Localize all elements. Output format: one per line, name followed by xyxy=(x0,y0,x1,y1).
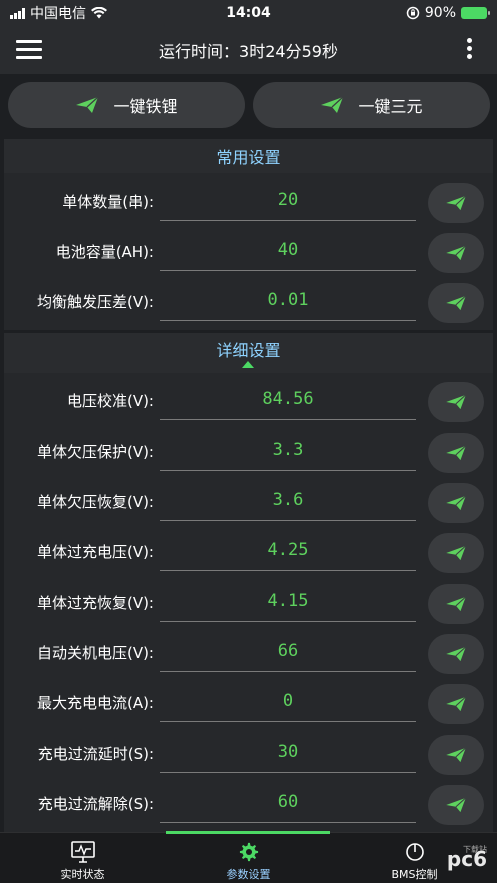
collapse-arrow-icon xyxy=(242,361,254,368)
setting-label: 充电过流解除(S): xyxy=(37,795,154,813)
setting-row-capacity: 电池容量(AH): 40 xyxy=(4,227,493,277)
setting-label: 单体欠压保护(V): xyxy=(36,443,154,461)
setting-label: 单体过充电压(V): xyxy=(36,543,154,561)
send-icon xyxy=(446,495,467,511)
setting-label: 均衡触发压差(V): xyxy=(36,293,154,311)
tab-parameter-settings[interactable]: 参数设置 xyxy=(166,833,331,883)
setting-row-cell-count: 单体数量(串): 20 xyxy=(4,177,493,227)
menu-icon[interactable] xyxy=(16,40,42,60)
setting-input[interactable]: 0.01 xyxy=(160,287,416,321)
gear-icon xyxy=(239,842,258,862)
setting-label: 最大充电电流(A): xyxy=(36,694,154,712)
setting-input[interactable]: 30 xyxy=(160,739,416,773)
send-icon xyxy=(446,245,467,261)
setting-input[interactable]: 66 xyxy=(160,638,416,672)
send-button[interactable] xyxy=(428,735,484,775)
status-right: 90% xyxy=(406,5,490,21)
send-icon xyxy=(446,646,467,662)
setting-input[interactable]: 4.15 xyxy=(160,588,416,622)
setting-label: 单体欠压恢复(V): xyxy=(36,493,154,511)
setting-label: 电压校准(V): xyxy=(66,392,154,410)
more-options-icon[interactable] xyxy=(465,38,473,64)
setting-input[interactable]: 4.25 xyxy=(160,537,416,571)
send-icon xyxy=(446,295,467,311)
setting-row-undervoltage-protect: 单体欠压保护(V): 3.3 xyxy=(4,427,493,477)
setting-input[interactable]: 84.56 xyxy=(160,386,416,420)
send-button[interactable] xyxy=(428,283,484,323)
tab-label: 实时状态 xyxy=(60,868,105,881)
setting-input[interactable]: 20 xyxy=(160,187,416,221)
send-button[interactable] xyxy=(428,483,484,523)
monitor-icon xyxy=(70,841,95,863)
setting-row-balance-diff: 均衡触发压差(V): 0.01 xyxy=(4,277,493,327)
send-button[interactable] xyxy=(428,433,484,473)
send-icon xyxy=(446,545,467,561)
orientation-lock-icon xyxy=(406,6,420,20)
detail-settings-header[interactable]: 详细设置 xyxy=(4,333,493,373)
send-icon xyxy=(321,96,344,113)
setting-label: 充电过流延时(S): xyxy=(37,745,154,763)
setting-input[interactable]: 40 xyxy=(160,237,416,271)
watermark-logo: pc6 xyxy=(446,847,487,871)
setting-label: 单体过充恢复(V): xyxy=(36,594,154,612)
send-icon xyxy=(76,96,99,113)
section-title: 详细设置 xyxy=(216,341,281,360)
send-button[interactable] xyxy=(428,684,484,724)
control-icon xyxy=(405,843,424,861)
quick-button-label: 一键铁锂 xyxy=(113,97,178,116)
one-key-lifepo4-button[interactable]: 一键铁锂 xyxy=(8,82,245,128)
send-icon xyxy=(446,696,467,712)
battery-icon xyxy=(461,7,490,19)
section-title: 常用设置 xyxy=(216,148,281,167)
send-button[interactable] xyxy=(428,233,484,273)
setting-row-overcurrent-release: 充电过流解除(S): 60 xyxy=(4,779,493,829)
quick-button-label: 一键三元 xyxy=(358,97,423,116)
setting-row-overcurrent-delay: 充电过流延时(S): 30 xyxy=(4,729,493,779)
send-button[interactable] xyxy=(428,183,484,223)
setting-input[interactable]: 0 xyxy=(160,688,416,722)
setting-input[interactable]: 3.3 xyxy=(160,437,416,471)
setting-input[interactable]: 3.6 xyxy=(160,487,416,521)
send-icon xyxy=(446,195,467,211)
status-bar: 中国电信 14:04 90% xyxy=(0,0,497,26)
send-icon xyxy=(446,747,467,763)
app-header: 运行时间：3时24分59秒 xyxy=(0,26,497,74)
setting-label: 单体数量(串): xyxy=(62,193,154,211)
setting-row-overcharge-recover: 单体过充恢复(V): 4.15 xyxy=(4,578,493,628)
battery-percent: 90% xyxy=(424,5,456,21)
setting-input[interactable]: 60 xyxy=(160,789,416,823)
quick-buttons: 一键铁锂 一键三元 xyxy=(8,82,490,128)
send-icon xyxy=(446,445,467,461)
setting-row-auto-shutdown: 自动关机电压(V): 66 xyxy=(4,628,493,678)
one-key-ternary-button[interactable]: 一键三元 xyxy=(253,82,490,128)
common-settings-header: 常用设置 xyxy=(4,139,493,173)
send-icon xyxy=(446,596,467,612)
bottom-tab-bar: 实时状态 参数设置 BMS控制 下载站 pc6 xyxy=(0,831,497,883)
send-button[interactable] xyxy=(428,584,484,624)
tab-realtime-status[interactable]: 实时状态 xyxy=(0,833,165,883)
send-button[interactable] xyxy=(428,382,484,422)
send-button[interactable] xyxy=(428,785,484,825)
setting-row-max-charge-current: 最大充电电流(A): 0 xyxy=(4,678,493,728)
setting-label: 自动关机电压(V): xyxy=(36,644,154,662)
setting-row-undervoltage-recover: 单体欠压恢复(V): 3.6 xyxy=(4,477,493,527)
tab-label: 参数设置 xyxy=(226,868,271,881)
send-button[interactable] xyxy=(428,533,484,573)
setting-row-overcharge-voltage: 单体过充电压(V): 4.25 xyxy=(4,527,493,577)
send-icon xyxy=(446,394,467,410)
send-icon xyxy=(446,797,467,813)
send-button[interactable] xyxy=(428,634,484,674)
setting-label: 电池容量(AH): xyxy=(55,243,154,261)
setting-row-voltage-calibration: 电压校准(V): 84.56 xyxy=(4,376,493,426)
page-title: 运行时间：3时24分59秒 xyxy=(159,42,338,61)
